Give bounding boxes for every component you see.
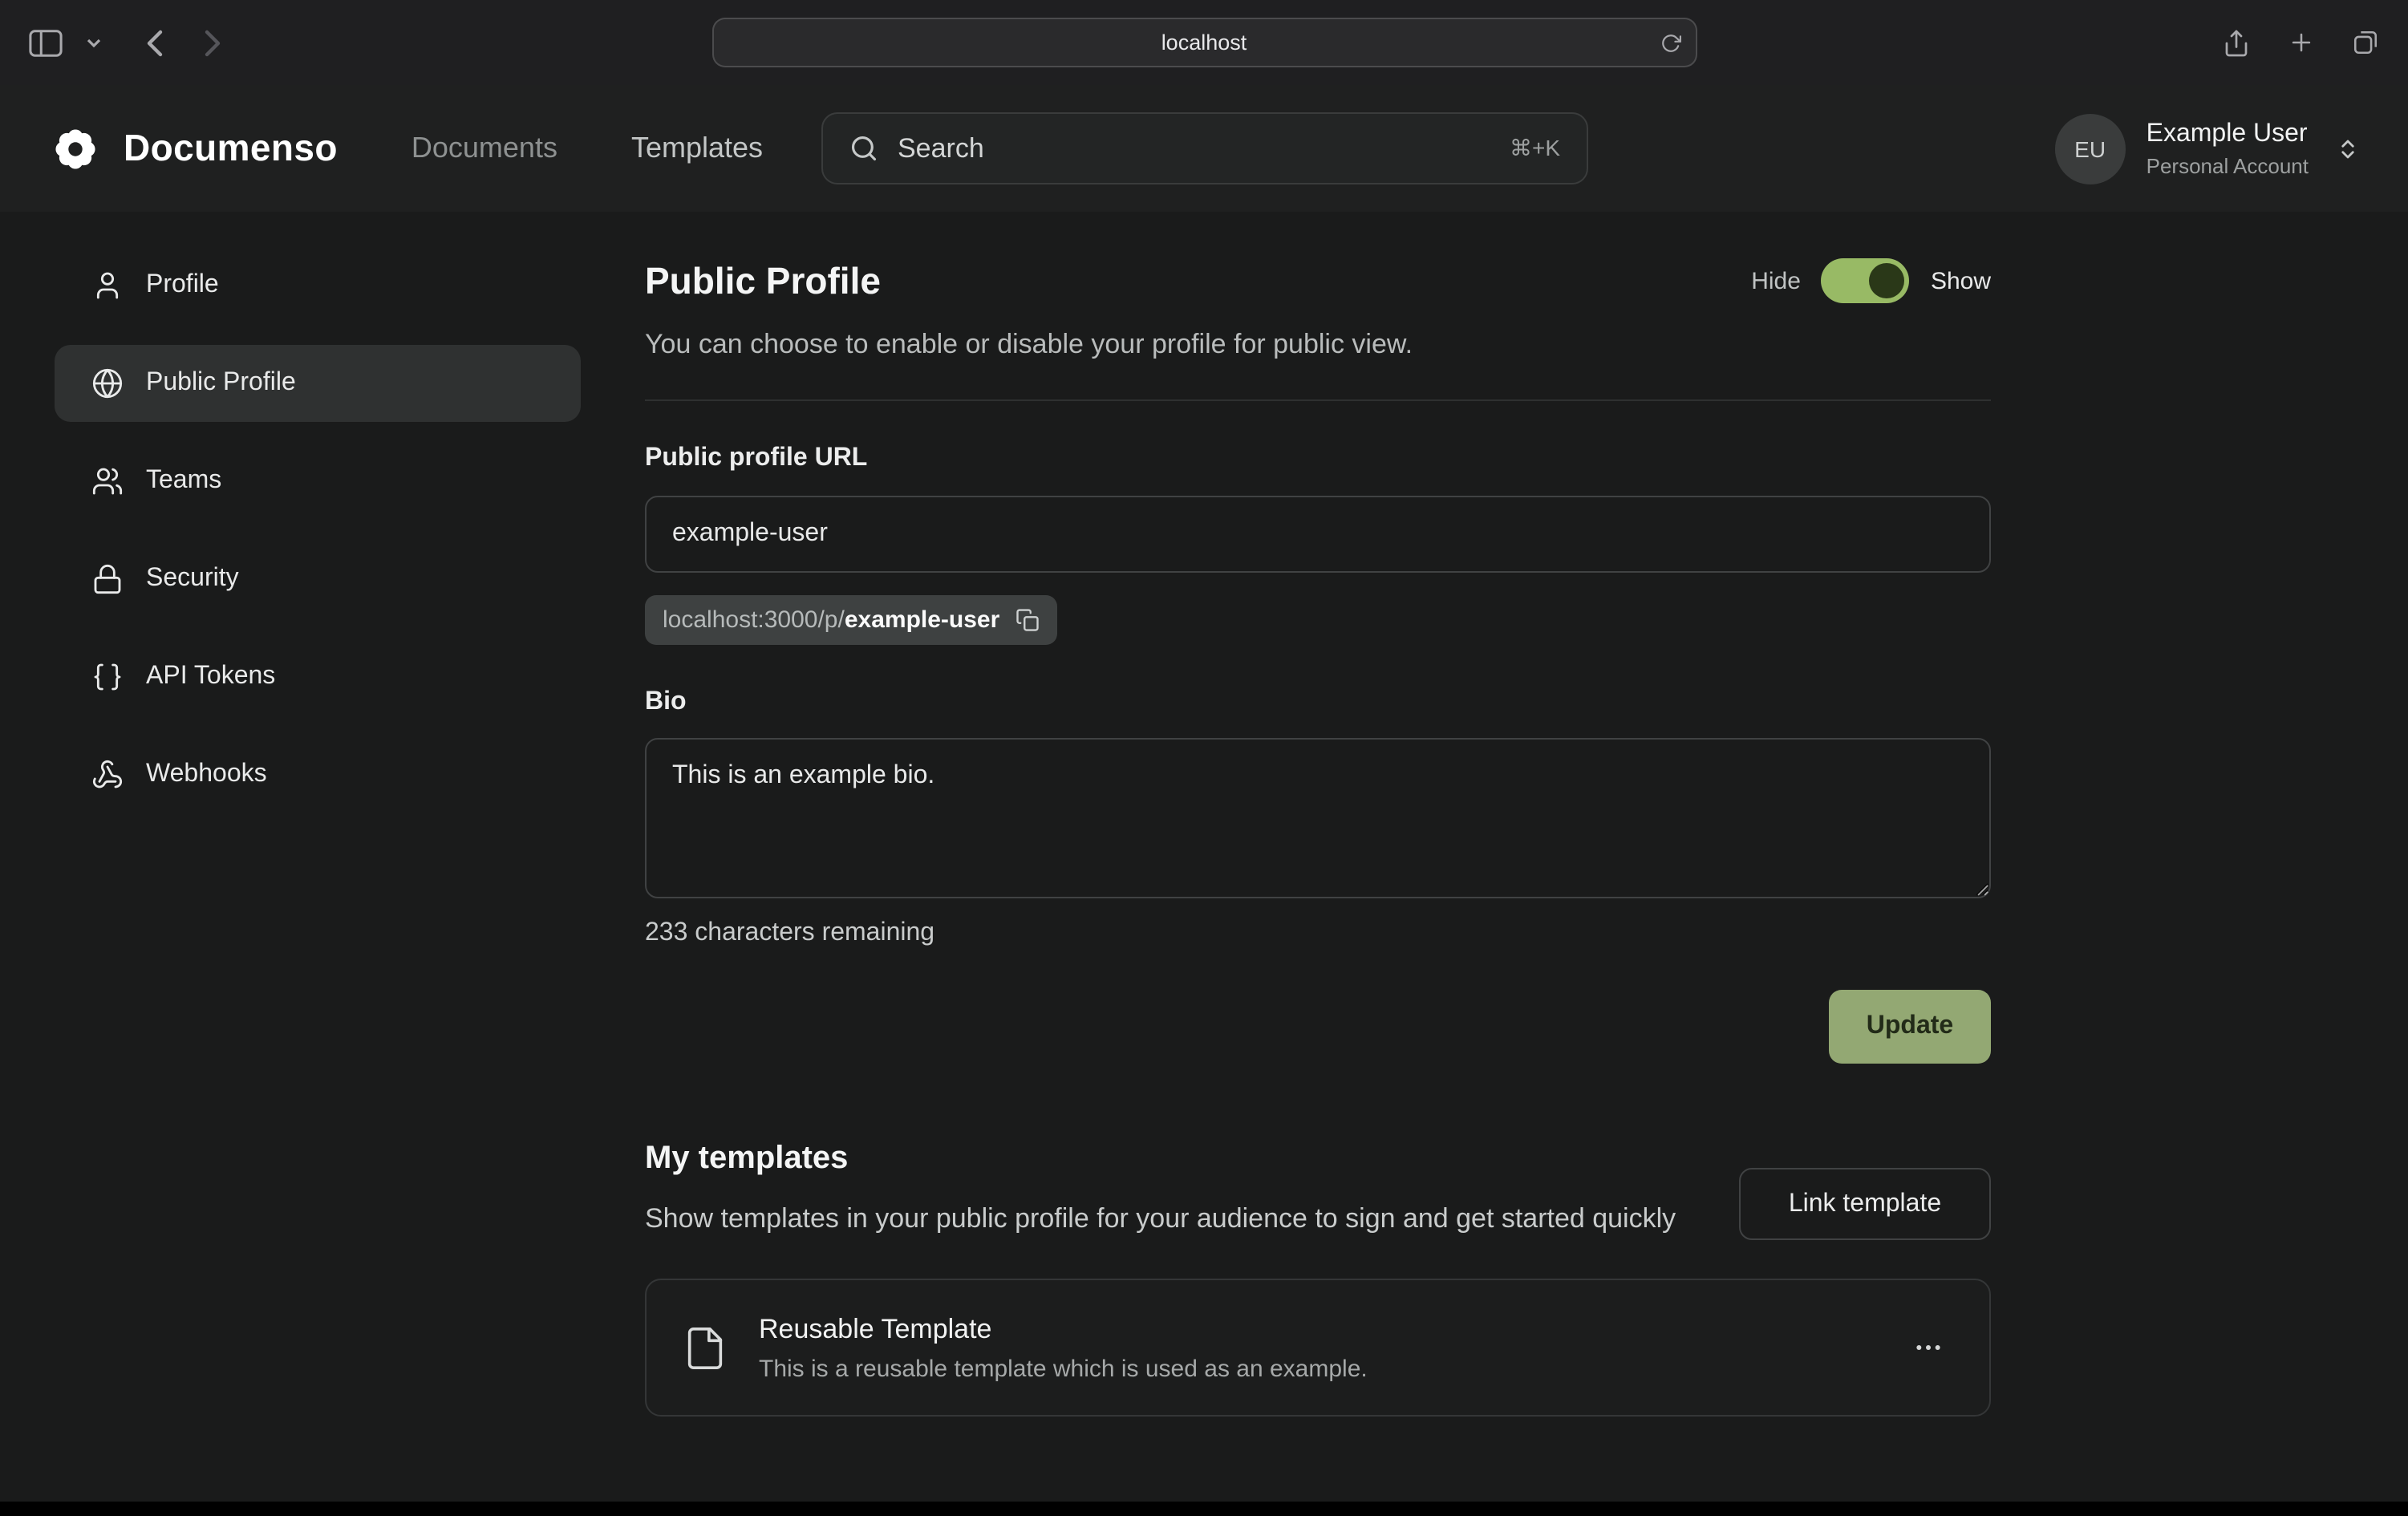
app-header: Documenso Documents Templates Search ⌘+K… <box>0 85 2408 212</box>
sidebar-item-public-profile[interactable]: Public Profile <box>55 345 581 422</box>
user-account-type: Personal Account <box>2147 153 2309 177</box>
globe-icon <box>91 367 124 399</box>
user-name: Example User <box>2147 120 2309 148</box>
sidebar-item-label: Security <box>146 565 239 594</box>
search-placeholder: Search <box>898 132 984 164</box>
braces-icon <box>91 661 124 693</box>
new-tab-button[interactable] <box>2288 29 2315 56</box>
webhook-icon <box>91 759 124 791</box>
visibility-control: Hide Show <box>1751 258 1991 303</box>
bio-remaining: 233 characters remaining <box>645 919 1991 948</box>
page-subtitle: You can choose to enable or disable your… <box>645 329 1991 361</box>
section-divider <box>645 399 1991 401</box>
url-text: localhost <box>1161 30 1247 55</box>
template-info: Reusable Template This is a reusable tem… <box>759 1314 1368 1383</box>
url-field[interactable]: localhost <box>711 18 1697 67</box>
toggle-knob <box>1870 263 1905 298</box>
documenso-logo-icon <box>48 121 103 176</box>
settings-sidebar: Profile Public Profile Teams Security <box>55 247 581 1417</box>
sidebar-item-label: Public Profile <box>146 369 296 398</box>
profile-url-input[interactable] <box>645 496 1991 573</box>
update-button[interactable]: Update <box>1829 990 1991 1064</box>
sidebar-item-teams[interactable]: Teams <box>55 443 581 520</box>
page-title: Public Profile <box>645 257 881 305</box>
bio-textarea[interactable]: This is an example bio. <box>645 738 1991 898</box>
toolbar-chevron-down-icon[interactable] <box>87 38 101 47</box>
url-label: Public profile URL <box>645 444 1991 473</box>
main-content: Public Profile Hide Show You can choose … <box>645 247 1991 1417</box>
ellipsis-icon <box>1912 1332 1944 1364</box>
brand[interactable]: Documenso <box>48 121 338 176</box>
templates-title: My templates <box>645 1137 1676 1179</box>
app-window: localhost <box>0 0 2408 1516</box>
tab-overview-button[interactable] <box>2352 29 2379 56</box>
sidebar-item-label: Teams <box>146 467 221 496</box>
window-bottom-edge <box>0 1502 2408 1516</box>
sidebar-item-label: API Tokens <box>146 663 275 691</box>
reload-button[interactable] <box>1660 32 1680 53</box>
url-slug: example-user <box>845 606 999 634</box>
template-card[interactable]: Reusable Template This is a reusable tem… <box>645 1279 1991 1417</box>
sidebar-item-security[interactable]: Security <box>55 541 581 618</box>
main-nav: Documents Templates <box>411 132 763 165</box>
users-icon <box>91 465 124 497</box>
sidebar-item-api-tokens[interactable]: API Tokens <box>55 638 581 715</box>
chevrons-up-down-icon <box>2336 136 2360 161</box>
nav-documents[interactable]: Documents <box>411 132 557 165</box>
templates-description: Show templates in your public profile fo… <box>645 1198 1676 1241</box>
visibility-hide-label: Hide <box>1751 267 1801 294</box>
browser-toolbar: localhost <box>0 0 2408 85</box>
sidebar-toggle-icon[interactable] <box>29 28 63 57</box>
search-shortcut: ⌘+K <box>1510 135 1560 162</box>
search-icon <box>848 133 878 164</box>
profile-url-badge[interactable]: localhost:3000/p/example-user <box>645 595 1057 645</box>
share-button[interactable] <box>2222 26 2251 59</box>
templates-header: My templates Show templates in your publ… <box>645 1137 1676 1241</box>
template-description: This is a reusable template which is use… <box>759 1356 1368 1383</box>
forward-button[interactable] <box>204 28 223 57</box>
sidebar-item-webhooks[interactable]: Webhooks <box>55 736 581 813</box>
back-button[interactable] <box>144 28 164 57</box>
public-url-text: localhost:3000/p/example-user <box>663 606 999 634</box>
copy-icon[interactable] <box>1015 608 1040 632</box>
bio-label: Bio <box>645 688 1991 717</box>
url-prefix: localhost:3000/p/ <box>663 606 845 634</box>
user-icon <box>91 270 124 302</box>
nav-templates[interactable]: Templates <box>631 132 763 165</box>
sidebar-item-label: Webhooks <box>146 760 267 789</box>
brand-name: Documenso <box>124 127 338 170</box>
visibility-toggle[interactable] <box>1822 258 1910 303</box>
link-template-button[interactable]: Link template <box>1739 1168 1991 1240</box>
file-icon <box>682 1325 728 1372</box>
template-title: Reusable Template <box>759 1314 1368 1346</box>
avatar: EU <box>2055 113 2126 184</box>
search-bar[interactable]: Search ⌘+K <box>821 112 1587 184</box>
sidebar-item-label: Profile <box>146 271 219 300</box>
content: Profile Public Profile Teams Security <box>0 212 2408 1417</box>
user-menu[interactable]: EU Example User Personal Account <box>2055 113 2360 184</box>
sidebar-item-profile[interactable]: Profile <box>55 247 581 324</box>
visibility-show-label: Show <box>1931 267 1991 294</box>
template-menu-button[interactable] <box>1903 1323 1954 1374</box>
lock-icon <box>91 563 124 595</box>
